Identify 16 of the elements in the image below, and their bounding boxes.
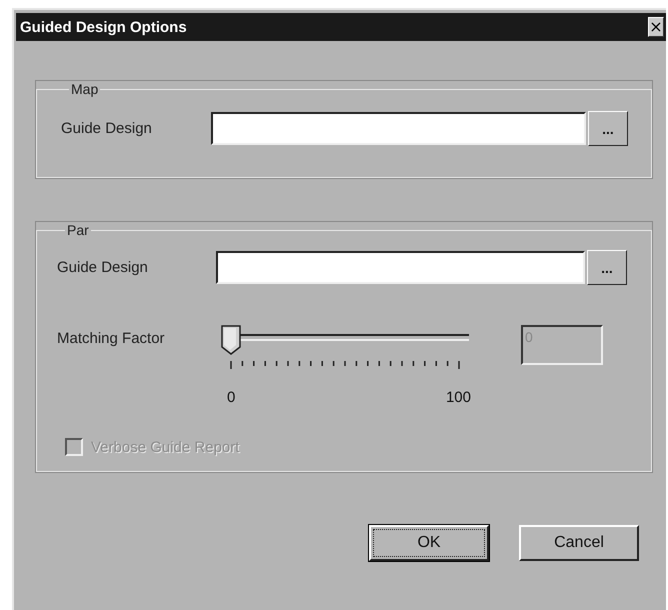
max-label: 100 bbox=[446, 389, 471, 406]
field-label: Guide Design bbox=[61, 120, 153, 137]
group-title: Map bbox=[70, 81, 100, 97]
window-title: Guided Design Options bbox=[20, 18, 187, 36]
browse-button[interactable]: ... bbox=[587, 250, 627, 285]
input-field[interactable] bbox=[216, 251, 585, 284]
input-field[interactable] bbox=[211, 112, 586, 145]
dialog-button[interactable]: Cancel bbox=[519, 525, 639, 561]
field-label: Guide Design bbox=[57, 259, 149, 276]
browse-button[interactable]: ... bbox=[588, 111, 628, 146]
slider-label: Matching Factor bbox=[57, 329, 166, 349]
slider[interactable] bbox=[221, 325, 471, 355]
min-label: 0 bbox=[227, 389, 236, 406]
group-title: Par bbox=[66, 222, 90, 238]
dialog-button[interactable]: OK bbox=[369, 525, 489, 561]
close-button[interactable]: × bbox=[648, 17, 664, 37]
